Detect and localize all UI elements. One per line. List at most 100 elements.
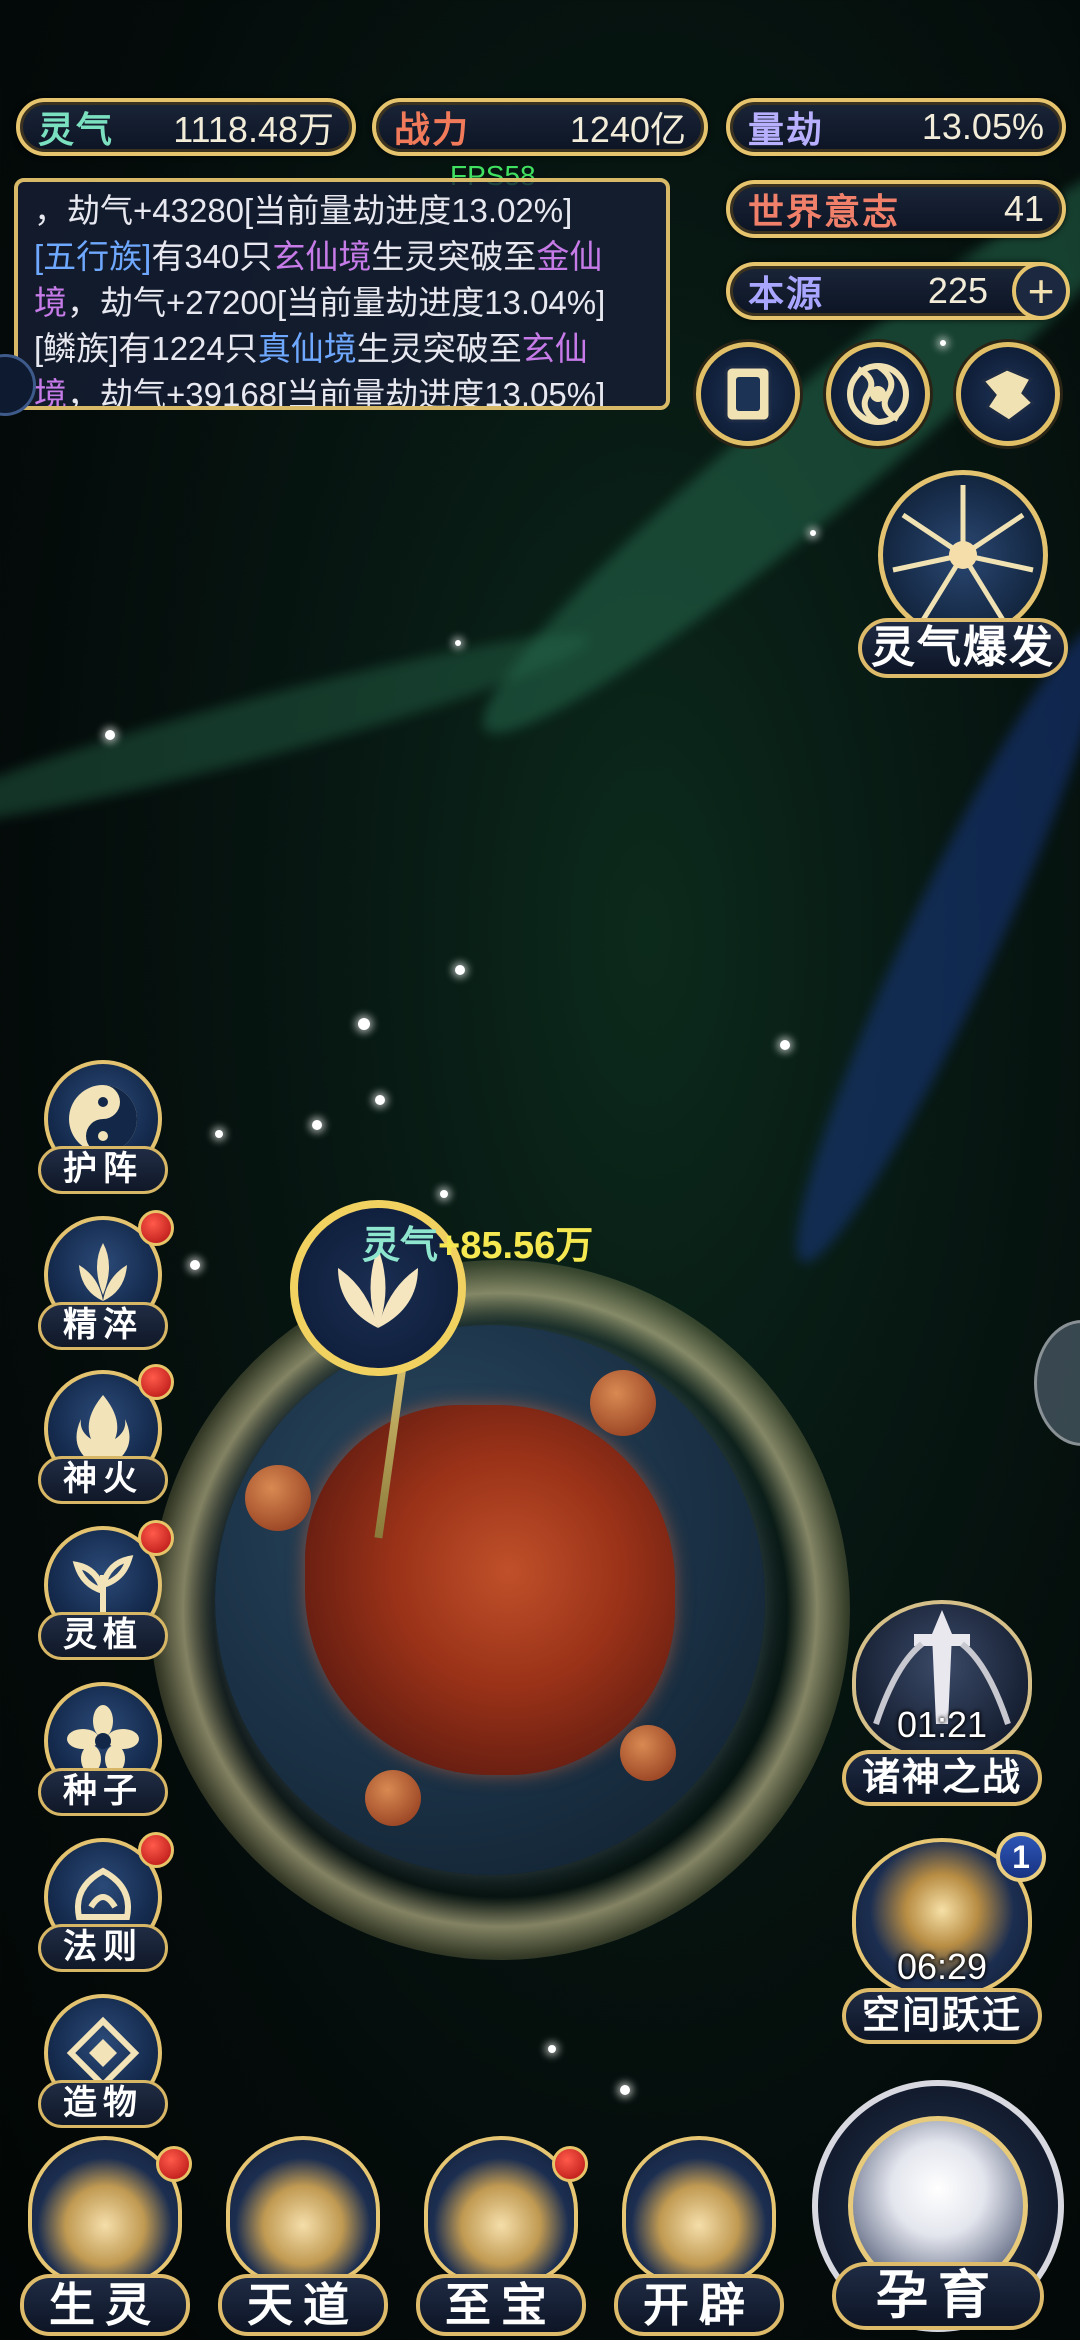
race-name: [五行族]	[34, 238, 152, 275]
benyuan-stat: 本源 225 +	[726, 262, 1070, 320]
satellite	[365, 1770, 421, 1826]
log-text: ，劫气+39168[当前量劫进度13.05%]	[67, 376, 606, 410]
realm-name: 境	[34, 284, 67, 321]
notification-dot	[138, 1520, 174, 1556]
space-jump-timer: 06:29	[896, 1946, 988, 1987]
vortex-icon-button[interactable]	[826, 342, 930, 446]
log-text: ，劫气+43280[当前量劫进度13.02%]	[34, 192, 573, 229]
star	[190, 1260, 200, 1270]
notification-dot	[138, 1832, 174, 1868]
vortex-icon	[847, 363, 909, 425]
harvest-text: 灵气+85.56万	[362, 1214, 593, 1269]
liangjie-stat[interactable]: 量劫 13.05%	[726, 98, 1066, 156]
side-btn-shenhuo[interactable]: 神火	[38, 1364, 174, 1504]
right-edge-handle[interactable]	[1034, 1320, 1080, 1446]
tab-zhibao[interactable]: 至宝	[416, 2136, 588, 2336]
side-btn-label: 神火	[38, 1456, 168, 1504]
log-text: 有340只	[151, 238, 273, 275]
satellite	[620, 1725, 676, 1781]
tab-label: 至宝	[416, 2274, 586, 2336]
zhanli-value: 1240亿	[569, 109, 686, 150]
satellite	[245, 1465, 311, 1531]
lingqi-label: 灵气	[38, 109, 115, 150]
star	[620, 2085, 630, 2095]
realm-name: 玄仙境	[272, 238, 372, 275]
star	[940, 340, 946, 346]
gods-war-label: 诸神之战	[842, 1750, 1042, 1806]
tab-shengling[interactable]: 生灵	[20, 2136, 192, 2336]
gods-war-button[interactable]: 01:21 诸神之战	[842, 1600, 1042, 1806]
log-line: 境，劫气+39168[当前量劫进度13.05%]	[34, 372, 650, 410]
side-btn-huzhen[interactable]: 护阵	[38, 1060, 168, 1194]
log-text: 有1224只	[118, 330, 258, 367]
log-text: ，劫气+27200[当前量劫进度13.04%]	[67, 284, 606, 321]
space-jump-badge: 1	[996, 1832, 1046, 1882]
side-btn-label: 法则	[38, 1924, 168, 1972]
realm-name: 金仙	[536, 238, 603, 275]
star	[455, 965, 465, 975]
benyuan-label: 本源	[748, 273, 825, 314]
side-btn-label: 造物	[38, 2080, 168, 2128]
star	[215, 1130, 223, 1138]
heaven-swirl-icon	[226, 2136, 380, 2286]
notification-dot	[552, 2146, 588, 2182]
planet-sphere[interactable]	[215, 1325, 765, 1875]
satellite	[590, 1370, 656, 1436]
star	[312, 1120, 322, 1130]
space-jump-button[interactable]: 06:29 空间跃迁 1	[842, 1832, 1046, 2044]
side-btn-label: 灵植	[38, 1612, 168, 1660]
side-btn-faze[interactable]: 法则	[38, 1832, 174, 1972]
notification-dot	[156, 2146, 192, 2182]
star	[375, 1095, 385, 1105]
side-btn-label: 精淬	[38, 1302, 168, 1350]
nebula-streak	[761, 608, 1080, 1282]
flame-icon	[622, 2136, 776, 2286]
sword-icon: 01:21	[852, 1600, 1032, 1760]
hand-icon-button[interactable]	[956, 342, 1060, 446]
side-btn-label: 种子	[38, 1768, 168, 1816]
star	[548, 2045, 556, 2053]
log-text: 生灵突破至	[371, 238, 537, 275]
side-btn-zaowu[interactable]: 造物	[38, 1994, 168, 2128]
realm-name: 真仙境	[257, 330, 357, 367]
log-line: [鳞族]有1224只真仙境生灵突破至玄仙	[34, 326, 650, 372]
side-btn-zhongzi[interactable]: 种子	[38, 1682, 168, 1816]
log-line: [五行族]有340只玄仙境生灵突破至金仙	[34, 234, 650, 280]
side-btn-lingzhi[interactable]: 灵植	[38, 1520, 174, 1660]
tab-label: 开辟	[614, 2274, 784, 2336]
world-will-value: 41	[1003, 188, 1044, 229]
add-benyuan-button[interactable]: +	[1012, 262, 1070, 320]
side-btn-jingcui[interactable]: 精淬	[38, 1210, 174, 1350]
lingqi-value: 1118.48万	[173, 109, 334, 150]
yunyu-button[interactable]: 孕育	[812, 2080, 1072, 2340]
liangjie-label: 量劫	[748, 109, 825, 150]
log-line: ，劫气+43280[当前量劫进度13.02%]	[34, 188, 650, 234]
lingqi-burst-button[interactable]: 灵气爆发	[858, 470, 1068, 686]
star	[358, 1018, 370, 1030]
burst-emblem	[878, 470, 1048, 640]
liangjie-value: 13.05%	[921, 106, 1044, 147]
gods-war-timer: 01:21	[896, 1704, 988, 1745]
space-jump-label: 空间跃迁	[842, 1988, 1042, 2044]
benyuan-value: 225	[927, 270, 988, 311]
event-log[interactable]: ，劫气+43280[当前量劫进度13.02%] [五行族]有340只玄仙境生灵突…	[14, 178, 670, 410]
world-will-stat[interactable]: 世界意志 41	[726, 180, 1066, 238]
harvest-value: +85.56万	[438, 1225, 594, 1267]
yunyu-label: 孕育	[832, 2262, 1044, 2330]
lingqi-stat: 灵气 1118.48万	[16, 98, 356, 156]
star	[105, 730, 115, 740]
tab-tiandao[interactable]: 天道	[218, 2136, 388, 2336]
card-icon-button[interactable]	[696, 342, 800, 446]
star	[455, 640, 461, 646]
tab-kaipi[interactable]: 开辟	[614, 2136, 784, 2336]
star	[810, 530, 816, 536]
realm-name: 境	[34, 376, 67, 410]
zhanli-stat: 战力 1240亿	[372, 98, 708, 156]
notification-dot	[138, 1210, 174, 1246]
race-name: [鳞族]	[34, 330, 119, 367]
log-text: 生灵突破至	[356, 330, 522, 367]
side-btn-label: 护阵	[38, 1146, 168, 1194]
planet-core	[305, 1405, 675, 1775]
star	[780, 1040, 790, 1050]
harvest-label: 灵气	[362, 1225, 439, 1267]
